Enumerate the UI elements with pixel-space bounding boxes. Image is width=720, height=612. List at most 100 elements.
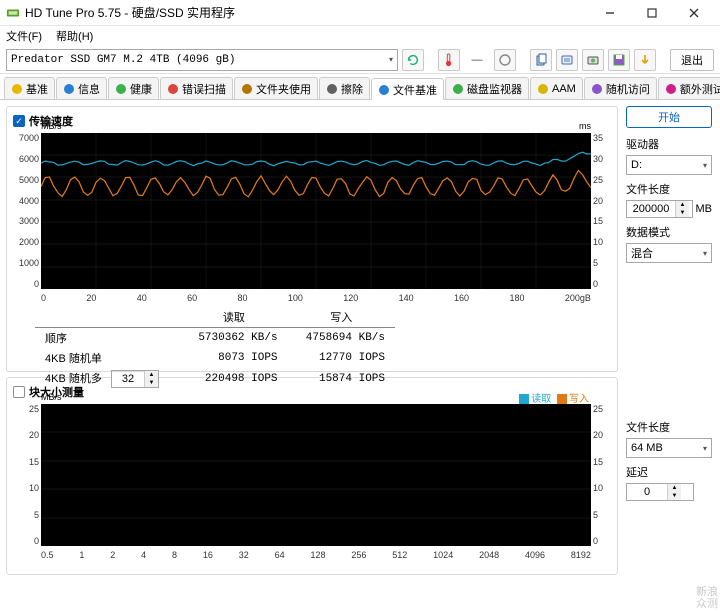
tab-0[interactable]: 基准 — [4, 77, 55, 99]
tab-5[interactable]: 擦除 — [319, 77, 370, 99]
refresh-icon[interactable] — [402, 49, 424, 71]
spin-down-icon[interactable]: ▼ — [668, 492, 681, 500]
blocksize-checkbox[interactable] — [13, 386, 25, 398]
delay-input[interactable] — [627, 486, 667, 498]
tab-label: 文件基准 — [393, 82, 437, 98]
chart1-x-labels: 020406080100120140160180200gB — [41, 293, 591, 303]
tab-1[interactable]: 信息 — [56, 77, 107, 99]
start-button-label: 开始 — [658, 109, 680, 125]
delay-spinner[interactable]: ▲▼ — [626, 483, 694, 501]
spin-up-icon[interactable]: ▲ — [668, 484, 681, 492]
menu-file[interactable]: 文件(F) — [6, 28, 42, 44]
tab-3[interactable]: 错误扫描 — [160, 77, 233, 99]
file-length2-label: 文件长度 — [626, 419, 712, 435]
file-length2-select[interactable]: 64 MB▾ — [626, 438, 712, 458]
spin-down-icon[interactable]: ▼ — [145, 379, 158, 387]
table-row: 4KB 随机单8073 IOPS12770 IOPS — [35, 348, 395, 368]
temp-settings-icon[interactable] — [494, 49, 516, 71]
chevron-down-icon: ▾ — [703, 444, 707, 453]
side-panel: 开始 驱动器 D:▾ 文件长度 ▲▼ MB 数据模式 混合▾ 文件长度 64 M… — [624, 100, 720, 612]
tab-label: AAM — [552, 83, 576, 95]
start-button[interactable]: 开始 — [626, 106, 712, 128]
tab-label: 擦除 — [341, 81, 363, 97]
drive-select-value: Predator SSD GM7 M.2 4TB (4096 gB) — [11, 54, 235, 66]
tab-label: 随机访问 — [606, 81, 650, 97]
max-button[interactable] — [632, 2, 672, 24]
tab-10[interactable]: 额外测试 — [658, 77, 720, 99]
tab-label: 文件夹使用 — [256, 81, 311, 97]
chart2-y-left: 2520151050 — [13, 404, 39, 546]
exit-button[interactable]: 退出 — [670, 49, 714, 71]
tab-icon — [63, 83, 75, 95]
file-length-unit: MB — [696, 203, 713, 215]
min-button[interactable] — [590, 2, 630, 24]
tab-icon — [167, 83, 179, 95]
spin-up-icon[interactable]: ▲ — [676, 201, 689, 209]
table-row: 顺序5730362 KB/s4758694 KB/s — [35, 328, 395, 349]
tab-icon — [452, 83, 464, 95]
driver-label: 驱动器 — [626, 136, 712, 152]
chart2-legend: 读取 写入 — [519, 390, 589, 405]
col-write: 写入 — [288, 307, 395, 328]
spin-down-icon[interactable]: ▼ — [676, 209, 689, 217]
save-icon[interactable] — [608, 49, 630, 71]
tab-icon — [115, 83, 127, 95]
data-mode-label: 数据模式 — [626, 224, 712, 240]
chart2-unit-left: MB/s — [41, 392, 62, 402]
screenshot-icon[interactable] — [556, 49, 578, 71]
tab-2[interactable]: 健康 — [108, 77, 159, 99]
app-icon — [6, 6, 20, 20]
spin-up-icon[interactable]: ▲ — [145, 371, 158, 379]
tab-label: 额外测试 — [680, 81, 720, 97]
chart2-x-labels: 0.512481632641282565121024204840968192 — [41, 550, 591, 560]
tab-6[interactable]: 文件基准 — [371, 78, 444, 100]
window-title: HD Tune Pro 5.75 - 硬盘/SSD 实用程序 — [25, 4, 590, 21]
tab-label: 信息 — [78, 81, 100, 97]
driver-select[interactable]: D:▾ — [626, 155, 712, 175]
queue-depth-spinner[interactable]: ▲▼ — [111, 370, 159, 388]
file-length-input[interactable] — [627, 203, 675, 215]
queue-depth-input[interactable] — [112, 373, 144, 385]
camera-icon[interactable] — [582, 49, 604, 71]
chevron-down-icon: ▾ — [389, 55, 393, 65]
panel-blocksize: 块大小测量 MB/s 读取 写入 2520151050 25201 — [6, 377, 618, 575]
tab-4[interactable]: 文件夹使用 — [234, 77, 318, 99]
chart1-y-left: 70006000500040003000200010000 — [13, 133, 39, 289]
tab-icon — [11, 83, 23, 95]
temperature-value: — — [464, 54, 490, 66]
chart-transfer: 70006000500040003000200010000 3530252015… — [41, 133, 591, 289]
chart-blocksize: 2520151050 2520151050 0.5124816326412825… — [41, 404, 591, 546]
chevron-down-icon: ▾ — [703, 249, 707, 258]
close-button[interactable] — [674, 2, 714, 24]
copy-icon[interactable] — [530, 49, 552, 71]
file-length-label: 文件长度 — [626, 181, 712, 197]
toolbar: Predator SSD GM7 M.2 4TB (4096 gB) ▾ — 退… — [0, 46, 720, 74]
tab-icon — [241, 83, 253, 95]
tab-icon — [591, 83, 603, 95]
panel-transfer: 传输速度 MB/s ms — [6, 106, 618, 372]
chart1-unit-right: ms — [579, 121, 591, 131]
chart1-unit-left: MB/s — [41, 121, 62, 131]
tab-icon — [326, 83, 338, 95]
tab-8[interactable]: AAM — [530, 77, 583, 99]
exit-button-label: 退出 — [681, 52, 703, 68]
drive-select[interactable]: Predator SSD GM7 M.2 4TB (4096 gB) ▾ — [6, 49, 398, 71]
tab-label: 错误扫描 — [182, 81, 226, 97]
delay-label: 延迟 — [626, 464, 712, 480]
chart1-y-right: 35302520151050 — [593, 133, 611, 289]
tab-icon — [665, 83, 677, 95]
options-icon[interactable] — [634, 49, 656, 71]
title-bar: HD Tune Pro 5.75 - 硬盘/SSD 实用程序 — [0, 0, 720, 26]
file-length-spinner[interactable]: ▲▼ — [626, 200, 693, 218]
tab-9[interactable]: 随机访问 — [584, 77, 657, 99]
transfer-checkbox[interactable] — [13, 115, 25, 127]
data-mode-select[interactable]: 混合▾ — [626, 243, 712, 263]
tab-7[interactable]: 磁盘监视器 — [445, 77, 529, 99]
tab-label: 基准 — [26, 81, 48, 97]
results-table: 读取写入 顺序5730362 KB/s4758694 KB/s 4KB 随机单8… — [35, 307, 395, 390]
chart2-y-right: 2520151050 — [593, 404, 611, 546]
menu-help[interactable]: 帮助(H) — [56, 28, 93, 44]
tab-label: 健康 — [130, 81, 152, 97]
tab-icon — [378, 84, 390, 96]
temperature-icon[interactable] — [438, 49, 460, 71]
